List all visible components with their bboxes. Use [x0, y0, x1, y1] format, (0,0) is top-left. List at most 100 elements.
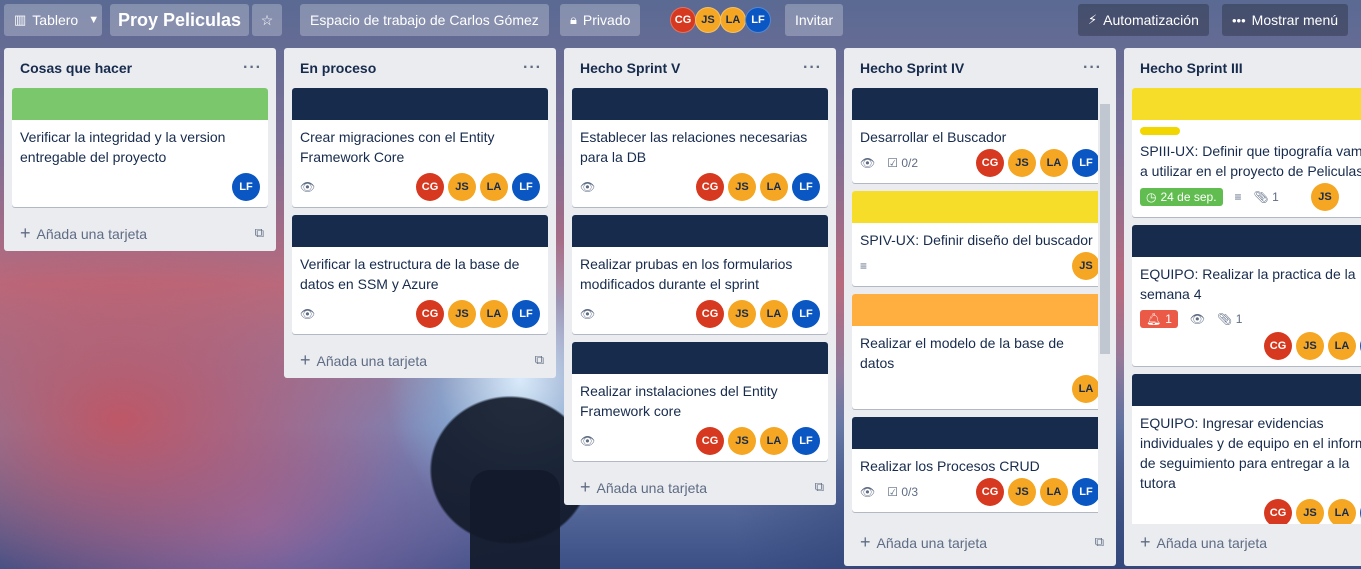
invite-button[interactable]: Invitar — [785, 4, 844, 36]
card-title: EQUIPO: Ingresar evidencias individuales… — [1140, 415, 1361, 491]
automation-button[interactable]: ⚡︎ Automatización — [1078, 4, 1209, 36]
template-icon[interactable]: ⧉ — [535, 352, 544, 368]
workspace-button[interactable]: Espacio de trabajo de Carlos Gómez — [300, 4, 549, 36]
card[interactable]: SPIII-UX: Definir que tipografía vamos a… — [1132, 88, 1361, 217]
avatar[interactable]: JS — [1296, 499, 1324, 524]
avatar[interactable]: CG — [1264, 499, 1292, 524]
avatar[interactable]: LF — [792, 427, 820, 455]
avatar[interactable]: LF — [1072, 478, 1100, 506]
avatar[interactable]: LF — [512, 300, 540, 328]
avatar[interactable]: LA — [720, 7, 746, 33]
card[interactable]: Realizar el modelo de la base de datos L… — [852, 294, 1108, 409]
card[interactable]: SPIV-UX: Definir diseño del buscador ≡ J… — [852, 191, 1108, 286]
add-card-button[interactable]: + Añada una tarjeta ⧉ — [844, 524, 1116, 560]
card[interactable]: Realizar prubas en los formularios modif… — [572, 215, 828, 334]
avatar[interactable]: JS — [728, 300, 756, 328]
avatar[interactable]: JS — [728, 173, 756, 201]
list-menu-icon[interactable]: ··· — [803, 59, 822, 77]
add-card-button[interactable]: + Añada una tarjeta ⧉ — [284, 342, 556, 378]
avatar[interactable]: LA — [480, 300, 508, 328]
avatar[interactable]: LF — [792, 173, 820, 201]
avatar[interactable]: JS — [1008, 149, 1036, 177]
template-icon[interactable]: ⧉ — [1095, 534, 1104, 550]
card[interactable]: EQUIPO: Ingresar evidencias individuales… — [1132, 374, 1361, 524]
card-title: Realizar prubas en los formularios modif… — [580, 256, 793, 292]
add-card-button[interactable]: + Añada una tarjeta ⧉ — [564, 469, 836, 505]
avatar[interactable]: JS — [1296, 332, 1324, 360]
avatar[interactable]: CG — [976, 149, 1004, 177]
watch-icon: 👁︎ — [300, 307, 316, 321]
avatar[interactable]: LA — [760, 300, 788, 328]
list-title[interactable]: Hecho Sprint III — [1140, 60, 1243, 76]
avatar[interactable]: JS — [448, 300, 476, 328]
avatar[interactable]: JS — [448, 173, 476, 201]
card-title: Establecer las relaciones necesarias par… — [580, 129, 808, 165]
avatar[interactable]: LA — [1040, 149, 1068, 177]
card-cover — [1132, 374, 1361, 406]
card[interactable]: Crear migraciones con el Entity Framewor… — [292, 88, 548, 207]
add-card-button[interactable]: + Añada una tarjeta ⧉ — [4, 215, 276, 251]
list-menu-icon[interactable]: ··· — [1083, 59, 1102, 77]
avatar[interactable]: LA — [1328, 499, 1356, 524]
avatar[interactable]: LF — [1072, 149, 1100, 177]
checklist-count: 0/3 — [901, 485, 919, 499]
avatar[interactable]: CG — [696, 427, 724, 455]
show-menu-button[interactable]: ••• Mostrar menú — [1222, 4, 1349, 36]
avatar[interactable]: LA — [760, 427, 788, 455]
card[interactable]: Desarrollar el Buscador 👁︎ ☑ 0/2 CG JS L… — [852, 88, 1108, 183]
card[interactable]: Realizar los Procesos CRUD 👁︎ ☑ 0/3 CG J… — [852, 417, 1108, 512]
list-hecho-sprint-iv: Hecho Sprint IV ··· Desarrollar el Busca… — [844, 48, 1116, 566]
watch-icon: 👁︎ — [1189, 312, 1206, 326]
list-title[interactable]: Hecho Sprint IV — [860, 60, 964, 76]
checklist-badge: ☑ 0/2 — [887, 156, 918, 170]
scrollbar-thumb[interactable] — [1100, 104, 1110, 354]
due-date-text: 24 de sep. — [1160, 190, 1217, 204]
card[interactable]: Realizar instalaciones del Entity Framew… — [572, 342, 828, 461]
board-title[interactable]: Proy Peliculas — [110, 4, 250, 36]
card[interactable]: Establecer las relaciones necesarias par… — [572, 88, 828, 207]
avatar[interactable]: JS — [1008, 478, 1036, 506]
card[interactable]: EQUIPO: Realizar la practica de la seman… — [1132, 225, 1361, 366]
avatar[interactable]: LA — [760, 173, 788, 201]
avatar[interactable]: CG — [670, 7, 696, 33]
avatar[interactable]: LF — [232, 173, 260, 201]
list-scrollbar[interactable] — [1098, 88, 1112, 516]
avatar[interactable]: JS — [1072, 252, 1100, 280]
avatar[interactable]: LA — [480, 173, 508, 201]
avatar[interactable]: LA — [1328, 332, 1356, 360]
avatar[interactable]: CG — [416, 300, 444, 328]
add-card-button[interactable]: + Añada una tarjeta — [1124, 524, 1361, 560]
board-view-switcher[interactable]: ▥ Tablero ▼ — [4, 4, 102, 36]
list-title[interactable]: Hecho Sprint V — [580, 60, 680, 76]
card[interactable]: Verificar la integridad y la version ent… — [12, 88, 268, 207]
avatar[interactable]: LA — [1040, 478, 1068, 506]
avatar[interactable]: CG — [1264, 332, 1292, 360]
template-icon[interactable]: ⧉ — [815, 479, 824, 495]
avatar[interactable]: JS — [695, 7, 721, 33]
avatar[interactable]: JS — [728, 427, 756, 455]
list-menu-icon[interactable]: ··· — [523, 59, 542, 77]
card-title: Realizar los Procesos CRUD — [860, 458, 1040, 474]
add-card-label: Añada una tarjeta — [876, 534, 988, 551]
card[interactable]: Verificar la estructura de la base de da… — [292, 215, 548, 334]
plus-icon: + — [300, 349, 311, 370]
due-date-badge[interactable]: ◷ 24 de sep. — [1140, 188, 1223, 206]
avatar[interactable]: CG — [976, 478, 1004, 506]
avatar[interactable]: LF — [745, 7, 771, 33]
star-button[interactable]: ☆ — [252, 4, 282, 36]
add-card-label: Añada una tarjeta — [596, 479, 708, 496]
list-menu-icon[interactable]: ··· — [243, 59, 262, 77]
avatar[interactable]: LA — [1072, 375, 1100, 403]
avatar[interactable]: LF — [792, 300, 820, 328]
avatar[interactable]: JS — [1311, 183, 1339, 211]
list-title[interactable]: En proceso — [300, 60, 376, 76]
avatar[interactable]: CG — [416, 173, 444, 201]
card-title: Desarrollar el Buscador — [860, 129, 1007, 145]
avatar[interactable]: LF — [512, 173, 540, 201]
list-title[interactable]: Cosas que hacer — [20, 60, 132, 76]
avatar[interactable]: CG — [696, 300, 724, 328]
privacy-button[interactable]: 🔒︎ Privado — [560, 4, 641, 36]
bell-icon: 🔔︎ — [1146, 312, 1162, 326]
avatar[interactable]: CG — [696, 173, 724, 201]
template-icon[interactable]: ⧉ — [255, 225, 264, 241]
